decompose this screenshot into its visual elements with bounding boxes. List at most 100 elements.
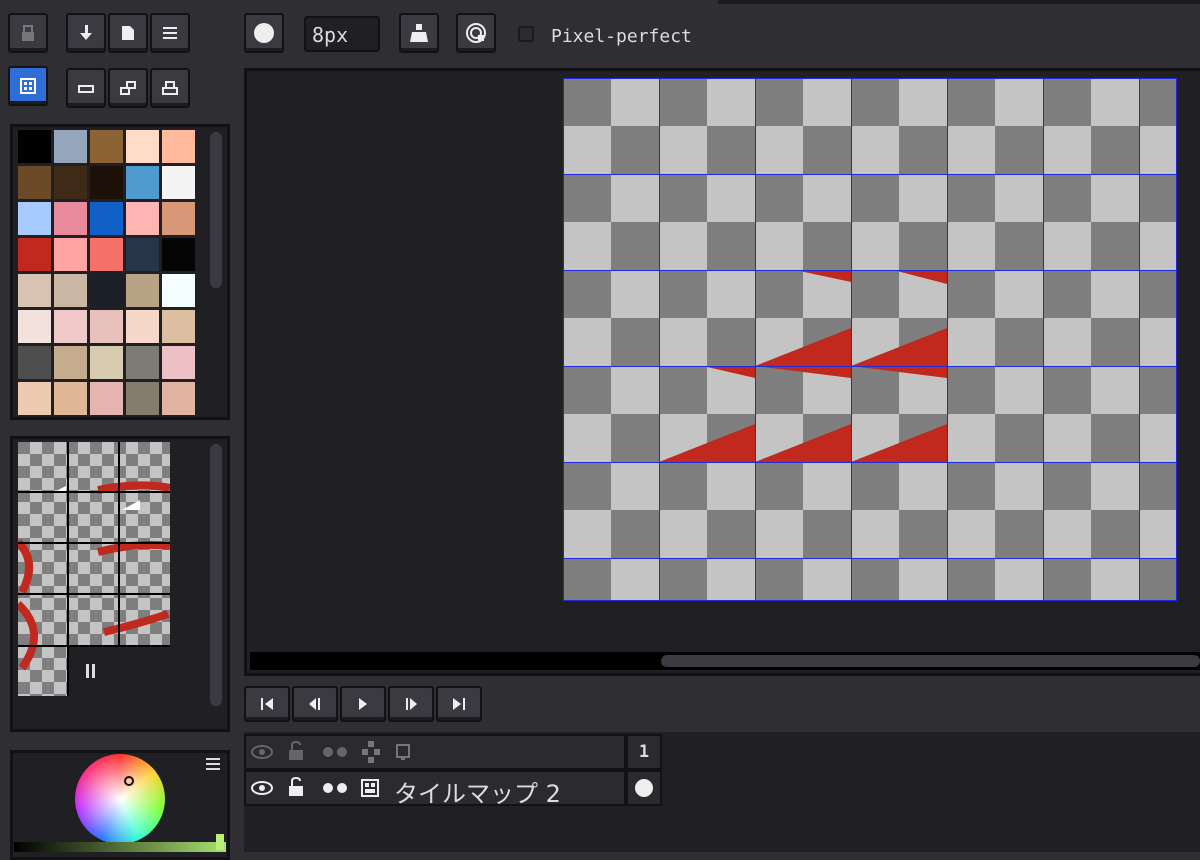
eye-icon[interactable] bbox=[250, 778, 274, 798]
palette-swatch[interactable] bbox=[54, 238, 87, 271]
first-frame-button[interactable] bbox=[244, 686, 290, 722]
palette-swatch[interactable] bbox=[18, 274, 51, 307]
palette-swatch[interactable] bbox=[90, 130, 123, 163]
download-icon bbox=[80, 25, 92, 40]
tile-mode-button[interactable] bbox=[8, 66, 48, 106]
ink-icon bbox=[410, 24, 428, 42]
palette-swatch[interactable] bbox=[162, 310, 195, 343]
palette-swatch[interactable] bbox=[54, 274, 87, 307]
value-slider-marker bbox=[216, 834, 224, 850]
pressure-button[interactable] bbox=[456, 13, 496, 53]
cel-button[interactable] bbox=[626, 770, 662, 806]
step-forward-icon bbox=[406, 698, 417, 710]
stack-icon bbox=[162, 81, 178, 95]
palette-swatch[interactable] bbox=[90, 274, 123, 307]
palette-swatch[interactable] bbox=[18, 130, 51, 163]
eye-icon[interactable] bbox=[250, 742, 274, 762]
palette-swatch[interactable] bbox=[126, 130, 159, 163]
value-slider-track[interactable] bbox=[14, 842, 226, 852]
import-button[interactable] bbox=[66, 13, 106, 53]
palette-swatch[interactable] bbox=[54, 346, 87, 379]
stagger-icon bbox=[120, 81, 136, 95]
palette-swatch[interactable] bbox=[54, 166, 87, 199]
canvas-horizontal-scrollbar[interactable] bbox=[661, 655, 1200, 667]
menu-button[interactable] bbox=[150, 13, 190, 53]
palette-swatch[interactable] bbox=[18, 310, 51, 343]
step-back-icon bbox=[309, 698, 320, 710]
lock-button[interactable] bbox=[8, 13, 48, 53]
previous-frame-button[interactable] bbox=[292, 686, 338, 722]
circle-brush-icon bbox=[254, 23, 274, 43]
color-panel-menu-icon[interactable] bbox=[206, 758, 220, 772]
menu-icon bbox=[163, 27, 177, 39]
file-button[interactable] bbox=[108, 13, 148, 53]
palette-swatch[interactable] bbox=[162, 130, 195, 163]
palette-swatch[interactable] bbox=[126, 202, 159, 235]
canvas[interactable] bbox=[563, 78, 1177, 601]
rectangle-icon bbox=[78, 85, 94, 93]
link-cels-icon[interactable] bbox=[360, 740, 382, 764]
layer-name: タイルマップ 2 bbox=[394, 780, 561, 808]
palette-swatch[interactable] bbox=[126, 382, 159, 415]
brush-size-field[interactable]: 8px bbox=[304, 16, 380, 52]
pixel-perfect-checkbox[interactable] bbox=[518, 26, 534, 42]
pressure-icon bbox=[466, 23, 486, 43]
onion-skin-icon[interactable] bbox=[320, 744, 350, 760]
palette-swatch[interactable] bbox=[54, 310, 87, 343]
palette-swatch[interactable] bbox=[18, 382, 51, 415]
palette-swatch[interactable] bbox=[126, 274, 159, 307]
palette-swatch[interactable] bbox=[126, 238, 159, 271]
palette-grid bbox=[18, 130, 198, 415]
tileset-grid bbox=[15, 442, 171, 696]
palette-swatch[interactable] bbox=[18, 238, 51, 271]
next-frame-button[interactable] bbox=[388, 686, 434, 722]
palette-swatch[interactable] bbox=[162, 382, 195, 415]
filled-cel-icon bbox=[635, 779, 653, 797]
palette-swatch[interactable] bbox=[90, 202, 123, 235]
color-wheel[interactable] bbox=[75, 754, 165, 844]
ink-button[interactable] bbox=[399, 13, 439, 53]
onion-skin-icon[interactable] bbox=[320, 780, 350, 796]
palette-swatch[interactable] bbox=[54, 130, 87, 163]
unlock-icon[interactable] bbox=[286, 776, 306, 798]
palette-swatch[interactable] bbox=[18, 202, 51, 235]
stagger-tile-button[interactable] bbox=[108, 68, 148, 108]
tileset-scrollbar[interactable] bbox=[210, 444, 222, 706]
window-top-edge bbox=[718, 0, 1200, 4]
palette-swatch[interactable] bbox=[162, 166, 195, 199]
palette-swatch[interactable] bbox=[126, 310, 159, 343]
palette-swatch[interactable] bbox=[90, 238, 123, 271]
palette-swatch[interactable] bbox=[18, 346, 51, 379]
horizontal-tile-button[interactable] bbox=[66, 68, 106, 108]
palette-swatch[interactable] bbox=[162, 346, 195, 379]
layer-header-row bbox=[244, 734, 626, 770]
skip-end-icon bbox=[453, 698, 465, 710]
palette-swatch[interactable] bbox=[162, 202, 195, 235]
pause-icon bbox=[86, 664, 96, 678]
brush-shape-button[interactable] bbox=[244, 13, 284, 53]
skip-start-icon bbox=[261, 698, 273, 710]
palette-swatch[interactable] bbox=[90, 346, 123, 379]
palette-swatch[interactable] bbox=[90, 310, 123, 343]
palette-swatch[interactable] bbox=[90, 382, 123, 415]
layer-row[interactable]: タイルマップ 2 bbox=[244, 770, 626, 808]
last-frame-button[interactable] bbox=[436, 686, 482, 722]
play-button[interactable] bbox=[340, 686, 386, 722]
lock-icon bbox=[22, 25, 34, 41]
palette-scrollbar[interactable] bbox=[210, 132, 222, 288]
tilemap-canvas bbox=[563, 78, 1177, 601]
palette-swatch[interactable] bbox=[162, 238, 195, 271]
palette-swatch[interactable] bbox=[54, 202, 87, 235]
palette-swatch[interactable] bbox=[126, 346, 159, 379]
frame-number-header[interactable]: 1 bbox=[626, 734, 662, 770]
tile-icon bbox=[20, 78, 36, 94]
unlock-icon[interactable] bbox=[286, 740, 306, 762]
palette-swatch[interactable] bbox=[162, 274, 195, 307]
palette-swatch[interactable] bbox=[18, 166, 51, 199]
layer-frame-icon[interactable] bbox=[394, 742, 414, 762]
color-wheel-handle[interactable] bbox=[124, 776, 134, 786]
palette-swatch[interactable] bbox=[54, 382, 87, 415]
stack-tile-button[interactable] bbox=[150, 68, 190, 108]
palette-swatch[interactable] bbox=[90, 166, 123, 199]
palette-swatch[interactable] bbox=[126, 166, 159, 199]
